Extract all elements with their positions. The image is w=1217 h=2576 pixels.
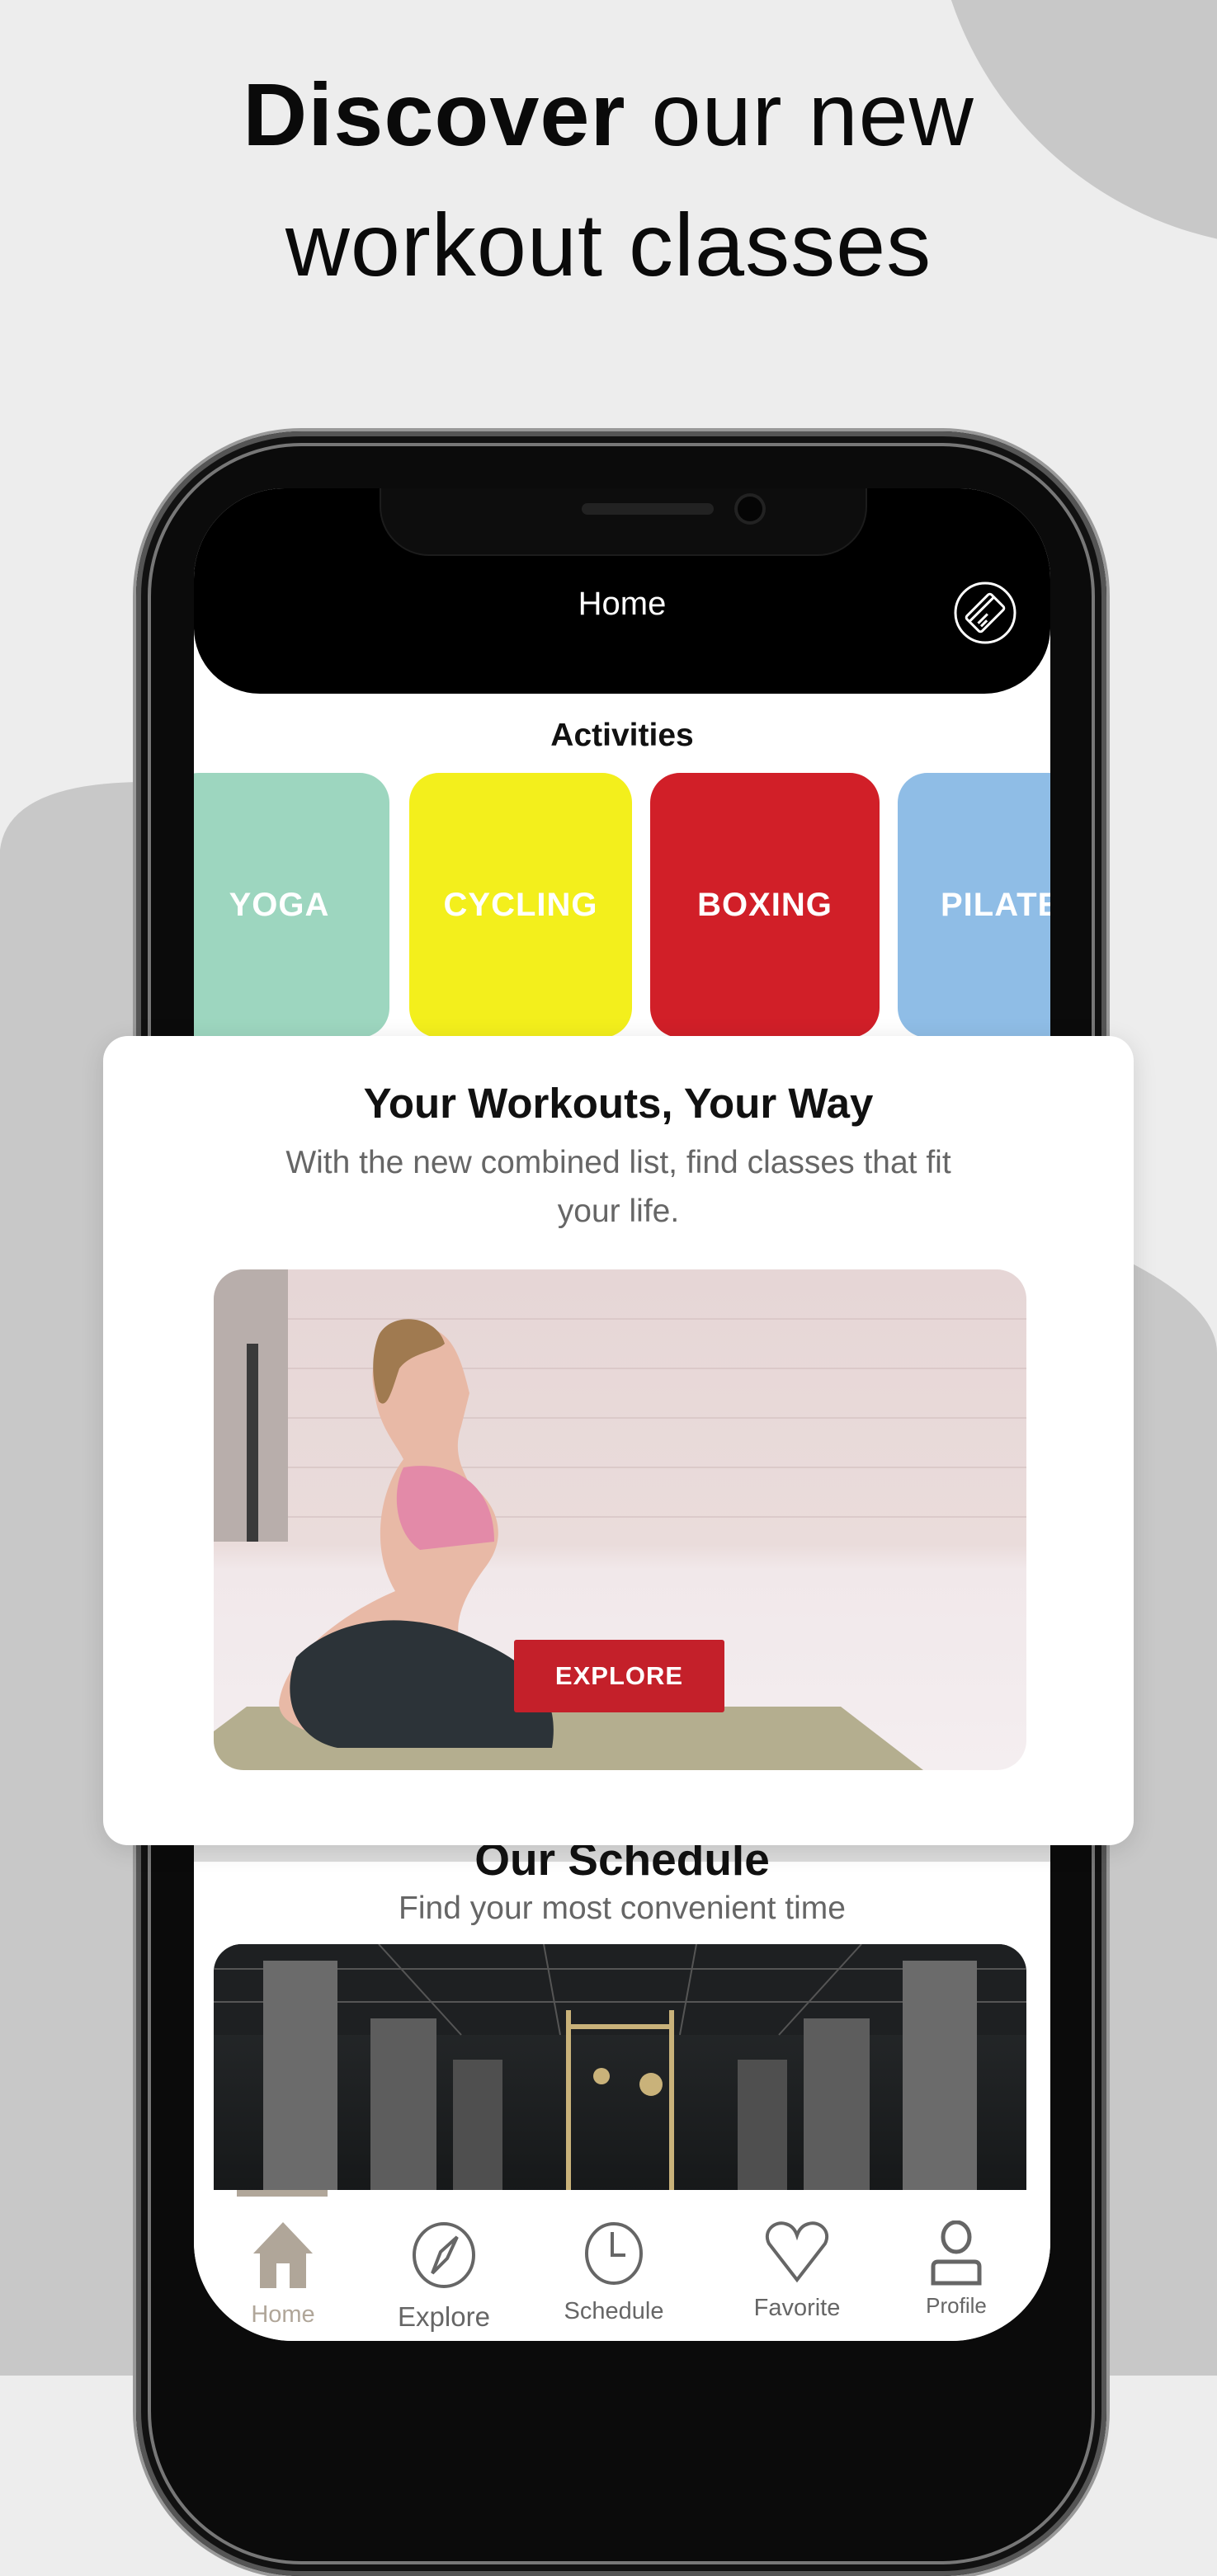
activity-label: PILATES xyxy=(941,887,1050,923)
tab-profile[interactable]: Profile xyxy=(882,2204,1031,2336)
activity-yoga[interactable]: YOGA xyxy=(194,773,389,1038)
clock-icon xyxy=(585,2222,643,2285)
gym-illustration xyxy=(214,1944,1026,2208)
headline: Discover our new workout classes xyxy=(243,64,974,294)
feature-card: Your Workouts, Your Way With the new com… xyxy=(103,1036,1134,1845)
gym-image[interactable] xyxy=(214,1944,1026,2208)
tab-label: Profile xyxy=(926,2293,987,2318)
tab-explore[interactable]: Explore xyxy=(370,2204,518,2336)
tab-home[interactable]: Home xyxy=(209,2204,357,2336)
tab-label: Schedule xyxy=(564,2298,664,2324)
membership-card-icon[interactable] xyxy=(953,581,1017,645)
tab-label: Home xyxy=(251,2301,315,2328)
tab-label: Explore xyxy=(398,2301,490,2332)
explore-button[interactable]: EXPLORE xyxy=(514,1640,724,1712)
activity-label: BOXING xyxy=(697,887,833,923)
activity-boxing[interactable]: BOXING xyxy=(650,773,880,1038)
activity-cycling[interactable]: CYCLING xyxy=(409,773,632,1038)
active-tab-indicator xyxy=(237,2190,328,2197)
activity-pilates[interactable]: PILATES xyxy=(898,773,1050,1038)
tab-label: Favorite xyxy=(753,2295,841,2321)
tab-favorite[interactable]: Favorite xyxy=(723,2204,871,2336)
activity-label: CYCLING xyxy=(443,887,598,923)
schedule-subtitle: Find your most convenient time xyxy=(399,1891,846,1926)
speaker xyxy=(582,503,714,515)
person-icon xyxy=(931,2220,982,2286)
app-header: Home xyxy=(194,488,1050,694)
compass-icon xyxy=(413,2222,475,2288)
card-title: Your Workouts, Your Way xyxy=(363,1080,874,1127)
camera xyxy=(738,497,762,521)
phone-notch xyxy=(380,488,867,556)
card-subtitle: With the new combined list, find classes… xyxy=(285,1145,951,1229)
activities-title: Activities xyxy=(550,718,694,753)
tab-schedule[interactable]: Schedule xyxy=(540,2204,688,2336)
page-title: Home xyxy=(578,586,667,622)
heart-icon xyxy=(766,2221,828,2283)
activity-label: YOGA xyxy=(229,887,330,923)
home-icon xyxy=(253,2222,313,2288)
